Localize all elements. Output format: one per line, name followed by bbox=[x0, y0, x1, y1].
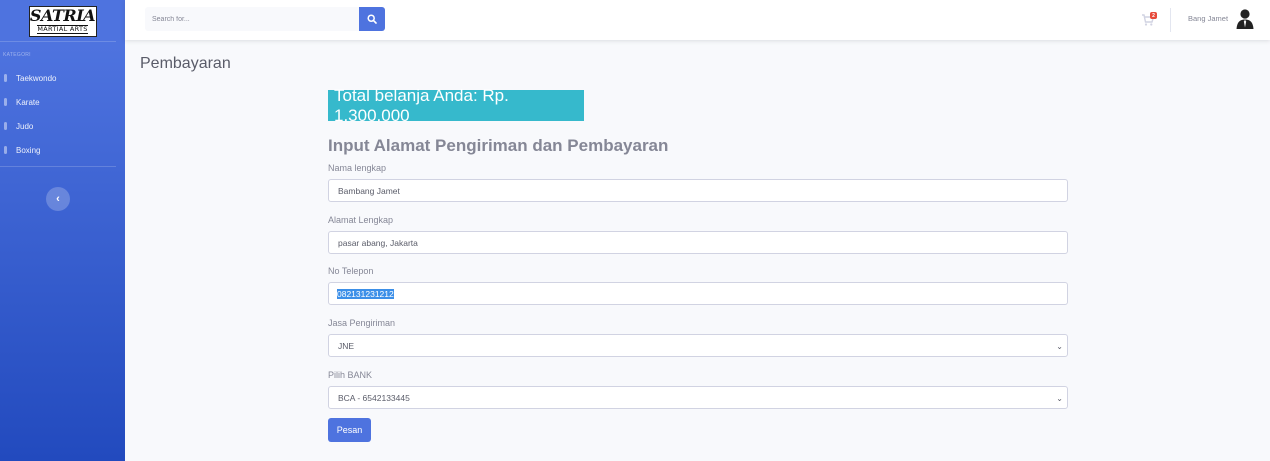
search-icon bbox=[367, 14, 377, 24]
bank-value: BCA - 6542133445 bbox=[338, 392, 410, 403]
sidebar-item-label: Taekwondo bbox=[16, 73, 57, 83]
sidebar-item-judo[interactable]: Judo bbox=[4, 119, 33, 133]
bank-select[interactable]: BCA - 6542133445 ⌄ bbox=[328, 386, 1068, 409]
search-input[interactable] bbox=[145, 7, 359, 31]
logo-subtext: MARTIAL ARTS bbox=[37, 25, 88, 34]
user-avatar-icon[interactable] bbox=[1235, 8, 1255, 30]
page-title: Pembayaran bbox=[140, 55, 231, 72]
sidebar-item-boxing[interactable]: Boxing bbox=[4, 143, 40, 157]
sidebar-divider bbox=[0, 41, 116, 42]
category-icon bbox=[4, 98, 7, 106]
sidebar-heading: KATEGORI bbox=[3, 52, 31, 58]
chevron-down-icon: ⌄ bbox=[1056, 394, 1063, 403]
chevron-left-icon: ‹ bbox=[56, 193, 60, 205]
phone-field[interactable]: 082131231212 bbox=[328, 282, 1068, 305]
address-value: pasar abang, Jakarta bbox=[338, 237, 418, 248]
name-label: Nama lengkap bbox=[328, 163, 387, 173]
phone-value: 082131231212 bbox=[337, 288, 394, 299]
sidebar: SATRIA MARTIAL ARTS KATEGORI Taekwondo K… bbox=[0, 0, 125, 461]
category-icon bbox=[4, 74, 7, 82]
sidebar-divider bbox=[0, 166, 116, 167]
sidebar-item-label: Boxing bbox=[16, 145, 41, 155]
phone-label: No Telepon bbox=[328, 266, 374, 276]
address-field[interactable]: pasar abang, Jakarta bbox=[328, 231, 1068, 254]
total-banner: Total belanja Anda: Rp. 1.300.000 bbox=[328, 86, 584, 125]
search-form bbox=[145, 7, 385, 31]
category-icon bbox=[4, 146, 7, 154]
topbar-divider bbox=[1170, 8, 1171, 32]
category-icon bbox=[4, 122, 7, 130]
sidebar-item-label: Karate bbox=[16, 97, 40, 107]
shipping-select[interactable]: JNE ⌄ bbox=[328, 334, 1068, 357]
logo-text: SATRIA bbox=[29, 6, 96, 26]
name-value: Bambang Jamet bbox=[338, 185, 400, 196]
chevron-down-icon: ⌄ bbox=[1056, 342, 1063, 351]
form-heading: Input Alamat Pengiriman dan Pembayaran bbox=[328, 136, 669, 155]
cart-count-badge: 2 bbox=[1150, 12, 1157, 19]
shipping-value: JNE bbox=[338, 340, 355, 351]
search-button[interactable] bbox=[359, 7, 385, 31]
sidebar-item-karate[interactable]: Karate bbox=[4, 95, 40, 109]
sidebar-item-taekwondo[interactable]: Taekwondo bbox=[4, 71, 56, 85]
brand-logo: SATRIA MARTIAL ARTS bbox=[28, 5, 97, 37]
brand-link[interactable]: SATRIA MARTIAL ARTS bbox=[0, 0, 125, 40]
bank-label: Pilih BANK bbox=[328, 370, 373, 380]
sidebar-item-label: Judo bbox=[16, 121, 34, 131]
user-name[interactable]: Bang Jamet bbox=[1188, 14, 1228, 23]
shipping-label: Jasa Pengiriman bbox=[328, 318, 396, 328]
address-label: Alamat Lengkap bbox=[328, 215, 394, 225]
name-field[interactable]: Bambang Jamet bbox=[328, 179, 1068, 202]
submit-order-button[interactable]: Pesan bbox=[328, 418, 371, 442]
topbar: 2 Bang Jamet bbox=[125, 0, 1270, 40]
sidebar-toggle-button[interactable]: ‹ bbox=[46, 187, 70, 211]
